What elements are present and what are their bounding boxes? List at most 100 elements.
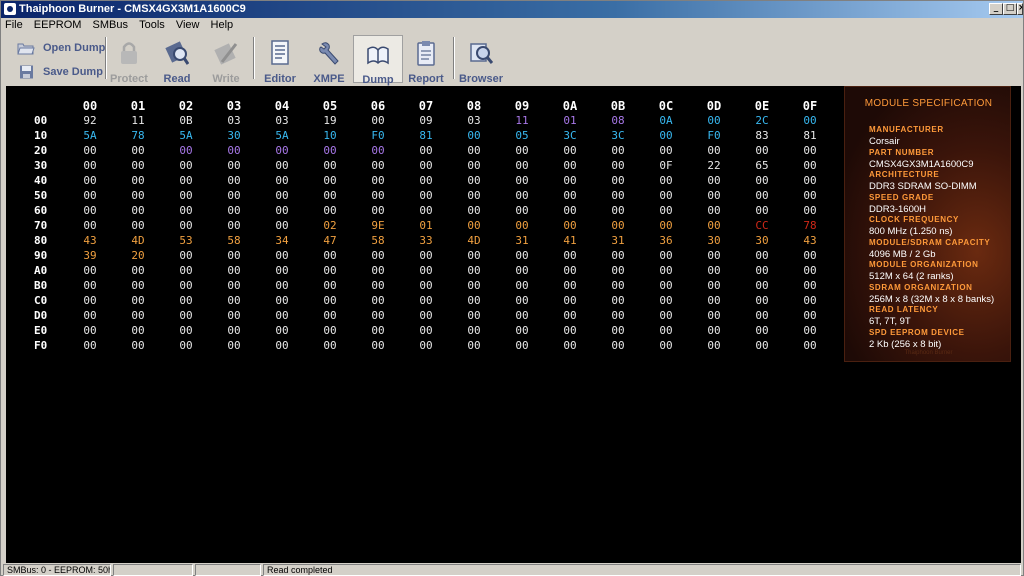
- hex-byte-cell[interactable]: 00: [75, 174, 105, 187]
- hex-byte-cell[interactable]: 00: [75, 339, 105, 352]
- hex-byte-cell[interactable]: 36: [651, 234, 681, 247]
- hex-byte-cell[interactable]: 00: [555, 159, 585, 172]
- hex-byte-cell[interactable]: 00: [603, 249, 633, 262]
- hex-byte-cell[interactable]: 00: [507, 309, 537, 322]
- hex-byte-cell[interactable]: 00: [507, 294, 537, 307]
- hex-byte-cell[interactable]: 00: [123, 324, 153, 337]
- hex-byte-cell[interactable]: 00: [363, 114, 393, 127]
- hex-byte-cell[interactable]: CC: [747, 219, 777, 232]
- hex-byte-cell[interactable]: 00: [363, 309, 393, 322]
- hex-byte-cell[interactable]: 00: [747, 324, 777, 337]
- hex-byte-cell[interactable]: 00: [123, 144, 153, 157]
- hex-byte-cell[interactable]: 00: [699, 189, 729, 202]
- hex-byte-cell[interactable]: 00: [363, 264, 393, 277]
- hex-byte-cell[interactable]: 00: [459, 294, 489, 307]
- hex-byte-cell[interactable]: 83: [747, 129, 777, 142]
- hex-byte-cell[interactable]: 53: [171, 234, 201, 247]
- hex-byte-cell[interactable]: 00: [459, 309, 489, 322]
- close-button[interactable]: ×: [1017, 3, 1023, 15]
- hex-byte-cell[interactable]: 00: [459, 174, 489, 187]
- hex-byte-cell[interactable]: 00: [171, 324, 201, 337]
- hex-byte-cell[interactable]: 00: [795, 114, 825, 127]
- hex-byte-cell[interactable]: 5A: [171, 129, 201, 142]
- hex-byte-cell[interactable]: 00: [315, 249, 345, 262]
- hex-byte-cell[interactable]: 00: [603, 339, 633, 352]
- hex-byte-cell[interactable]: 00: [747, 264, 777, 277]
- hex-byte-cell[interactable]: 00: [699, 339, 729, 352]
- hex-byte-cell[interactable]: 65: [747, 159, 777, 172]
- hex-byte-cell[interactable]: 00: [315, 264, 345, 277]
- hex-byte-cell[interactable]: 00: [555, 204, 585, 217]
- hex-byte-cell[interactable]: F0: [699, 129, 729, 142]
- hex-byte-cell[interactable]: 00: [555, 294, 585, 307]
- hex-byte-cell[interactable]: 00: [459, 249, 489, 262]
- hex-byte-cell[interactable]: 00: [123, 264, 153, 277]
- hex-byte-cell[interactable]: 00: [651, 144, 681, 157]
- hex-byte-cell[interactable]: 00: [507, 219, 537, 232]
- hex-byte-cell[interactable]: 00: [219, 219, 249, 232]
- hex-byte-cell[interactable]: 00: [651, 129, 681, 142]
- hex-byte-cell[interactable]: 00: [507, 249, 537, 262]
- hex-byte-cell[interactable]: 00: [459, 219, 489, 232]
- hex-byte-cell[interactable]: 00: [411, 324, 441, 337]
- hex-byte-cell[interactable]: 00: [267, 219, 297, 232]
- hex-byte-cell[interactable]: 78: [795, 219, 825, 232]
- hex-byte-cell[interactable]: 00: [507, 279, 537, 292]
- hex-byte-cell[interactable]: 34: [267, 234, 297, 247]
- hex-byte-cell[interactable]: 00: [795, 309, 825, 322]
- hex-byte-cell[interactable]: 00: [411, 309, 441, 322]
- hex-byte-cell[interactable]: 00: [411, 339, 441, 352]
- hex-byte-cell[interactable]: 00: [315, 204, 345, 217]
- hex-byte-cell[interactable]: 92: [75, 114, 105, 127]
- hex-byte-cell[interactable]: 00: [363, 294, 393, 307]
- hex-byte-cell[interactable]: 00: [555, 339, 585, 352]
- hex-byte-cell[interactable]: 81: [795, 129, 825, 142]
- hex-byte-cell[interactable]: 00: [747, 204, 777, 217]
- hex-byte-cell[interactable]: 00: [651, 189, 681, 202]
- hex-byte-cell[interactable]: 00: [699, 324, 729, 337]
- hex-byte-cell[interactable]: 41: [555, 234, 585, 247]
- hex-byte-cell[interactable]: 00: [555, 249, 585, 262]
- hex-byte-cell[interactable]: 00: [171, 264, 201, 277]
- hex-byte-cell[interactable]: 00: [219, 339, 249, 352]
- hex-byte-cell[interactable]: 58: [363, 234, 393, 247]
- hex-byte-cell[interactable]: 00: [363, 159, 393, 172]
- hex-byte-cell[interactable]: 00: [555, 189, 585, 202]
- hex-byte-cell[interactable]: 00: [699, 114, 729, 127]
- hex-byte-cell[interactable]: 00: [747, 249, 777, 262]
- hex-byte-cell[interactable]: 00: [219, 159, 249, 172]
- hex-byte-cell[interactable]: 00: [603, 294, 633, 307]
- hex-byte-cell[interactable]: 00: [171, 294, 201, 307]
- hex-byte-cell[interactable]: 00: [507, 189, 537, 202]
- hex-byte-cell[interactable]: 00: [699, 174, 729, 187]
- hex-byte-cell[interactable]: 00: [459, 189, 489, 202]
- hex-byte-cell[interactable]: 03: [459, 114, 489, 127]
- hex-byte-cell[interactable]: 03: [219, 114, 249, 127]
- hex-byte-cell[interactable]: 00: [267, 174, 297, 187]
- hex-byte-cell[interactable]: 00: [363, 189, 393, 202]
- hex-byte-cell[interactable]: 00: [459, 264, 489, 277]
- hex-byte-cell[interactable]: 00: [315, 309, 345, 322]
- hex-byte-cell[interactable]: 3C: [603, 129, 633, 142]
- hex-byte-cell[interactable]: 00: [123, 159, 153, 172]
- hex-byte-cell[interactable]: 00: [651, 309, 681, 322]
- menu-eeprom[interactable]: EEPROM: [30, 18, 86, 33]
- hex-byte-cell[interactable]: 00: [411, 159, 441, 172]
- hex-byte-cell[interactable]: 00: [507, 159, 537, 172]
- hex-byte-cell[interactable]: 00: [75, 309, 105, 322]
- hex-byte-cell[interactable]: 05: [507, 129, 537, 142]
- hex-byte-cell[interactable]: 43: [795, 234, 825, 247]
- maximize-button[interactable]: □: [1003, 3, 1017, 15]
- hex-byte-cell[interactable]: 00: [75, 324, 105, 337]
- title-bar[interactable]: Thaiphoon Burner - CMSX4GX3M1A1600C9 _ □…: [1, 1, 1023, 18]
- hex-byte-cell[interactable]: 00: [507, 144, 537, 157]
- hex-byte-cell[interactable]: 00: [267, 339, 297, 352]
- hex-byte-cell[interactable]: 00: [795, 144, 825, 157]
- hex-byte-cell[interactable]: 00: [123, 174, 153, 187]
- hex-byte-cell[interactable]: 00: [363, 339, 393, 352]
- hex-byte-cell[interactable]: 00: [123, 339, 153, 352]
- hex-byte-cell[interactable]: 00: [123, 294, 153, 307]
- dump-button[interactable]: Dump: [353, 35, 403, 86]
- hex-byte-cell[interactable]: 00: [267, 264, 297, 277]
- hex-byte-cell[interactable]: 31: [507, 234, 537, 247]
